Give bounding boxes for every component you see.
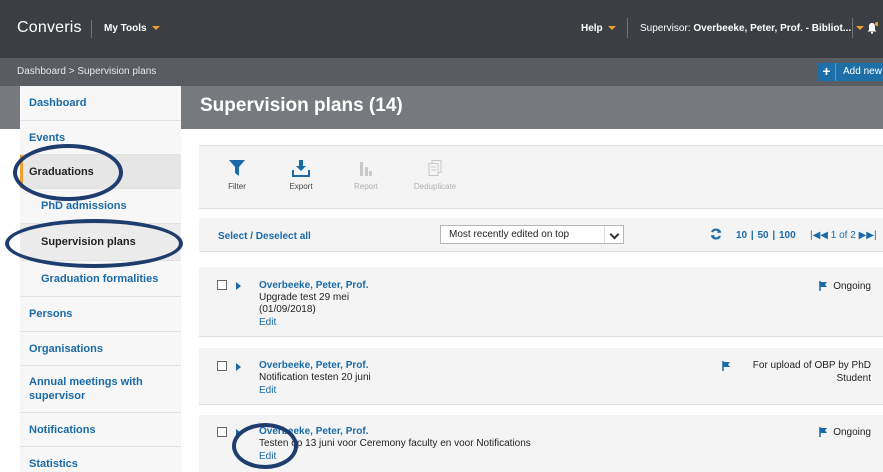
sidebar-item-organisations[interactable]: Organisations [20,332,181,366]
add-new-label: Add new [843,66,882,77]
pagination: |◀◀ 1 of 2 ▶▶| [810,230,877,241]
role-name: Overbeeke, Peter, Prof. - Bibliot... [693,23,852,34]
sidebar-item-label: Persons [29,308,73,320]
record-title: Upgrade test 29 mei [259,292,350,303]
refresh-icon[interactable] [710,227,722,241]
main-content: Filter Export Report Deduplicate Select … [199,145,883,472]
report-label: Report [353,182,378,191]
expand-arrow-icon[interactable] [236,363,241,371]
top-navigation-bar: Converis My Tools Help Supervisor: Overb… [0,0,883,58]
filter-button[interactable]: Filter [215,160,259,191]
page-indicator: 1 of 2 [830,230,856,241]
select-deselect-all-link[interactable]: Select / Deselect all [218,231,311,242]
sidebar-item-notifications[interactable]: Notifications [20,413,181,447]
duplicate-icon [428,160,442,176]
role-prefix: Supervisor: [640,23,694,34]
sidebar-item-label: PhD admissions [41,200,127,212]
row-checkbox[interactable] [217,427,227,437]
record-title: Notification testen 20 juni [259,372,371,383]
my-tools-label: My Tools [104,23,147,34]
sort-value: Most recently edited on top [449,229,570,240]
sidebar-item-label: Events [29,131,66,144]
annotation-circle [13,144,123,201]
role-switcher[interactable]: Supervisor: Overbeeke, Peter, Prof. - Bi… [640,23,865,34]
page-size-selector[interactable]: 10 | 50 | 100 [736,230,796,241]
record-date: (01/09/2018) [259,304,316,315]
first-page-icon[interactable]: |◀ [810,230,820,241]
filter-icon [229,160,245,176]
bell-icon[interactable] [866,22,878,34]
sidebar-item-persons[interactable]: Persons [20,297,181,332]
caret-down-icon [607,26,616,31]
sort-select[interactable]: Most recently edited on top [440,225,624,244]
export-label: Export [289,182,313,191]
sidebar-item-label: Organisations [29,342,103,355]
status-text: Ongoing [833,281,871,292]
caret-down-icon [856,26,865,31]
breadcrumb-bar: Dashboard > Supervision plans + Add new [0,58,883,86]
row-checkbox[interactable] [217,361,227,371]
status-text: Ongoing [833,427,871,438]
sidebar-item-label: Dashboard [29,97,87,109]
last-page-icon[interactable]: ▶| [866,230,876,241]
flag-icon [819,427,827,437]
chevron-down-icon [604,226,623,243]
deduplicate-button[interactable]: Deduplicate [411,160,459,191]
status-text-continued: Student [836,373,871,384]
status-text: For upload of OBP by PhD [752,360,871,371]
sidebar: Dashboard Events Graduations PhD admissi… [20,86,181,472]
sidebar-item-statistics[interactable]: Statistics [20,447,181,472]
deduplicate-label: Deduplicate [413,182,457,191]
record-title: Testen op 13 juni voor Ceremony faculty … [259,438,531,449]
divider [91,20,92,38]
list-item: Overbeeke, Peter, Prof. Upgrade test 29 … [199,267,883,337]
sidebar-item-dashboard[interactable]: Dashboard [20,86,181,121]
record-person-link[interactable]: Overbeeke, Peter, Prof. [259,360,369,371]
help-label: Help [581,23,603,34]
annotation-circle [232,423,298,469]
download-icon [292,160,310,177]
breadcrumb[interactable]: Dashboard > Supervision plans [17,66,156,77]
report-icon [360,162,372,176]
filter-label: Filter [228,182,246,191]
row-checkbox[interactable] [217,280,227,290]
list-controls: Select / Deselect all Most recently edit… [199,218,883,252]
status-label: For upload of OBP by PhD Student [753,359,871,385]
divider [627,18,628,38]
expand-arrow-icon[interactable] [236,282,241,290]
page-title: Supervision plans (14) [200,95,403,116]
sidebar-item-annual-meetings[interactable]: Annual meetings with supervisor [20,366,181,413]
flag-icon [722,361,730,371]
edit-link[interactable]: Edit [259,385,276,396]
sidebar-item-label: Graduation formalities [41,272,159,285]
plus-icon: + [818,63,836,81]
annotation-circle [5,219,183,268]
edit-link[interactable]: Edit [259,317,276,328]
divider [852,18,853,38]
app-logo[interactable]: Converis [17,19,82,37]
list-item: Overbeeke, Peter, Prof. Testen op 13 jun… [199,415,883,472]
sidebar-item-label: Annual meetings with supervisor [29,376,143,402]
list-item: Overbeeke, Peter, Prof. Notification tes… [199,348,883,405]
my-tools-menu[interactable]: My Tools [104,23,160,34]
record-person-link[interactable]: Overbeeke, Peter, Prof. [259,280,369,291]
flag-icon [819,281,827,291]
export-button[interactable]: Export [279,160,323,191]
sidebar-item-label: Statistics [29,457,78,470]
toolbar: Filter Export Report Deduplicate [199,145,883,209]
previous-page-icon[interactable]: ◀ [820,230,828,241]
status-label: Ongoing [833,280,871,293]
caret-down-icon [151,26,160,31]
status-label: Ongoing [833,426,871,439]
sidebar-item-label: Notifications [29,423,96,436]
add-new-button[interactable]: + Add new [818,63,883,81]
report-button[interactable]: Report [344,160,388,191]
help-menu[interactable]: Help [581,23,616,34]
